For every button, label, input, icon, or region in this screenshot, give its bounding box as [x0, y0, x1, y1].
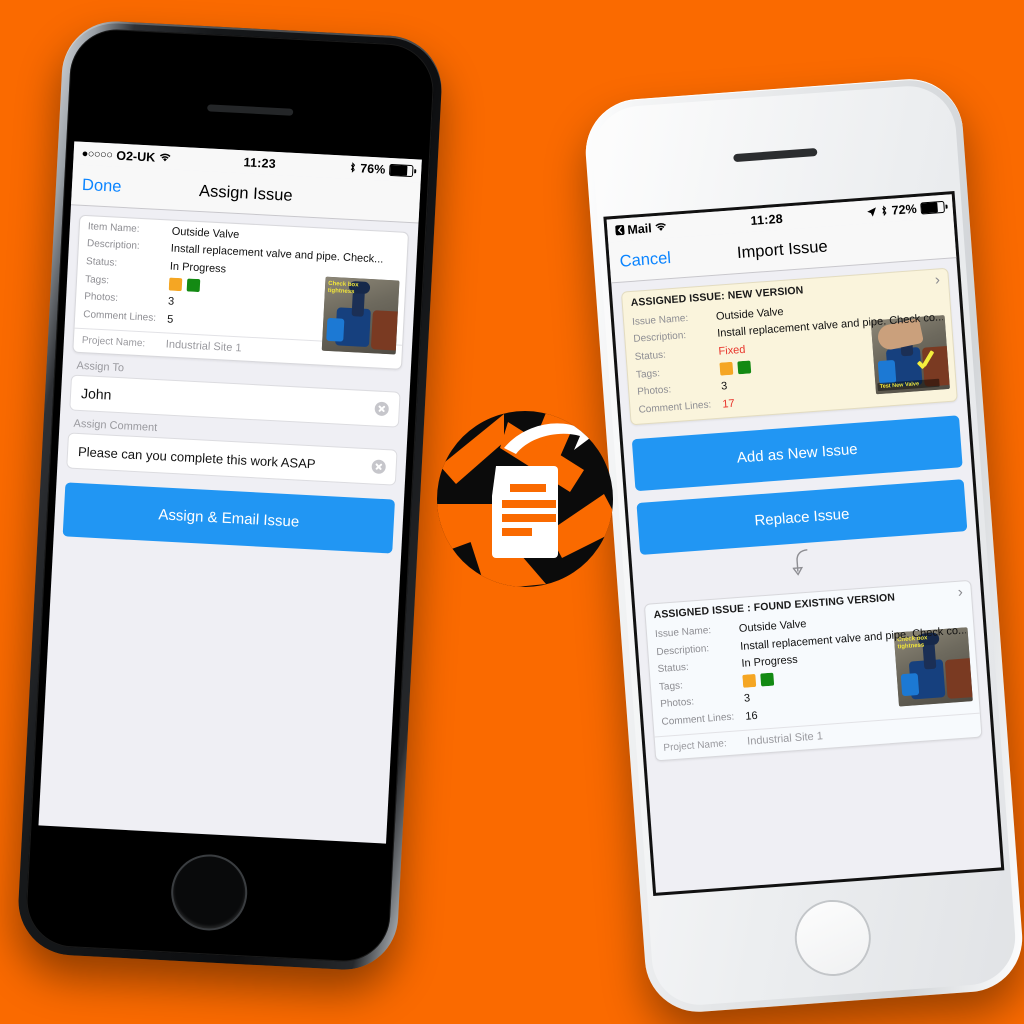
- location-arrow-icon: [867, 206, 876, 217]
- tag-orange: [168, 277, 183, 292]
- assign-issue-detail-card[interactable]: Check box tightness Item Name: Outside V…: [72, 214, 410, 370]
- back-app-label: Mail: [626, 220, 653, 237]
- status-bar-left: ●○○○○ O2-UK: [81, 146, 171, 165]
- wifi-icon: [159, 153, 171, 162]
- left-phone-screen: ●○○○○ O2-UK 11:23 76% Done Assign Issue …: [38, 141, 422, 844]
- clear-icon[interactable]: [374, 401, 390, 417]
- assign-to-value[interactable]: John: [81, 385, 375, 416]
- row-label: Item Name:: [87, 220, 140, 235]
- new-version-card[interactable]: › ASSIGNED ISSUE: NEW VERSION Test New V…: [620, 267, 958, 426]
- done-button[interactable]: Done: [82, 175, 122, 196]
- tag-green: [737, 360, 752, 375]
- thumbnail-note: Check box tightness: [327, 281, 359, 296]
- carrier-label: O2-UK: [116, 148, 156, 165]
- row-label: Status:: [85, 256, 118, 269]
- status-bar-left: Mail: [615, 220, 667, 238]
- signal-dots-icon: ●○○○○: [81, 147, 113, 161]
- right-phone-device: Mail 11:28 72% Cancel Import Issue › ASS…: [582, 75, 1024, 1016]
- right-phone-screen: Mail 11:28 72% Cancel Import Issue › ASS…: [606, 194, 1002, 893]
- chevron-right-icon[interactable]: ›: [934, 271, 940, 288]
- row-label: Comment Lines:: [82, 308, 157, 324]
- row-label: Comment Lines:: [638, 399, 712, 416]
- assign-comment-value[interactable]: Please can you complete this work ASAP: [78, 444, 372, 474]
- left-phone-device: ●○○○○ O2-UK 11:23 76% Done Assign Issue …: [15, 18, 445, 973]
- back-to-mail-button[interactable]: Mail: [615, 221, 652, 238]
- tag-green: [186, 278, 201, 293]
- detail-rows: Check box tightness Issue Name: Outside …: [646, 601, 979, 737]
- yellow-check-mark: [915, 351, 939, 375]
- tag-green: [760, 672, 775, 687]
- battery-icon: [388, 163, 414, 177]
- bluetooth-icon: [350, 162, 356, 173]
- wifi-icon: [655, 223, 667, 231]
- tag-orange: [742, 674, 757, 689]
- battery-icon: [920, 200, 945, 215]
- valve-photo-thumbnail[interactable]: Check box tightness: [321, 276, 400, 355]
- document-import-aperture-logo: [434, 408, 616, 590]
- existing-version-card[interactable]: › ASSIGNED ISSUE : FOUND EXISTING VERSIO…: [643, 580, 983, 762]
- row-label: Comment Lines:: [661, 711, 735, 728]
- row-label: Photos:: [83, 291, 119, 304]
- clear-icon[interactable]: [371, 459, 387, 475]
- battery-percent-label: 72%: [891, 201, 918, 218]
- chevron-right-icon[interactable]: ›: [957, 584, 963, 601]
- detail-rows: Check box tightness Item Name: Outside V…: [75, 216, 408, 355]
- status-bar-right: 76%: [349, 160, 414, 177]
- add-as-new-issue-button[interactable]: Add as New Issue: [631, 415, 963, 492]
- detail-rows: Test New Valve Issue Name: Outside Valve…: [623, 289, 956, 425]
- battery-percent-label: 76%: [359, 160, 386, 177]
- tag-orange: [719, 361, 734, 376]
- bluetooth-icon: [882, 205, 887, 217]
- cancel-button[interactable]: Cancel: [619, 248, 672, 271]
- row-label: Project Name:: [81, 334, 146, 350]
- assign-and-email-button[interactable]: Assign & Email Issue: [62, 482, 396, 554]
- poster-canvas: ●○○○○ O2-UK 11:23 76% Done Assign Issue …: [0, 0, 1024, 1024]
- row-label: Project Name:: [663, 738, 728, 754]
- page-title: Assign Issue: [198, 181, 294, 205]
- row-label: Description:: [86, 238, 140, 253]
- back-chevron-icon: [615, 224, 625, 236]
- status-bar-right: 72%: [866, 199, 945, 219]
